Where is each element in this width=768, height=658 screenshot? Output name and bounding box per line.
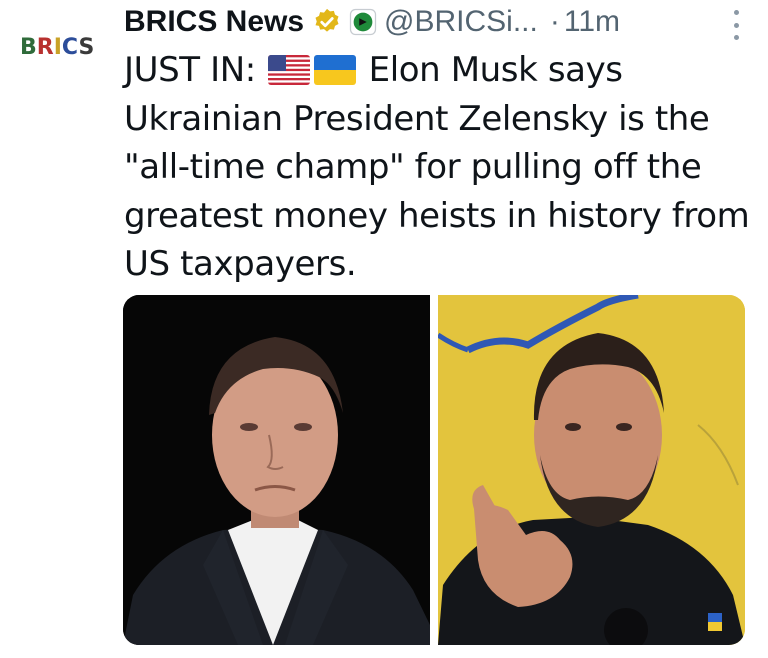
media-photo-musk[interactable] xyxy=(123,295,430,645)
author-handle[interactable]: @BRICSi... xyxy=(384,5,538,39)
affiliate-logo-icon[interactable] xyxy=(348,7,378,37)
ukraine-flag-icon xyxy=(314,55,357,85)
tweet-header: BRICS News @BRICSi... · 11m xyxy=(124,2,748,42)
media-divider xyxy=(430,295,438,645)
separator-dot: · xyxy=(549,5,560,38)
media-photo-zelensky[interactable] xyxy=(438,295,745,645)
avatar-logo-text: BRICS xyxy=(20,34,95,60)
us-flag-icon xyxy=(268,55,311,85)
tweet-prefix: JUST IN: xyxy=(124,50,256,90)
tweet-text: JUST IN: Elon Musk says Ukrainian Presid… xyxy=(124,46,754,289)
author-name[interactable]: BRICS News xyxy=(124,5,304,39)
post-time[interactable]: 11m xyxy=(564,5,620,39)
tweet-media[interactable] xyxy=(123,295,745,645)
verified-badge-icon[interactable] xyxy=(312,7,342,37)
more-options-icon[interactable] xyxy=(732,10,740,40)
account-avatar[interactable]: BRICS xyxy=(20,30,104,64)
